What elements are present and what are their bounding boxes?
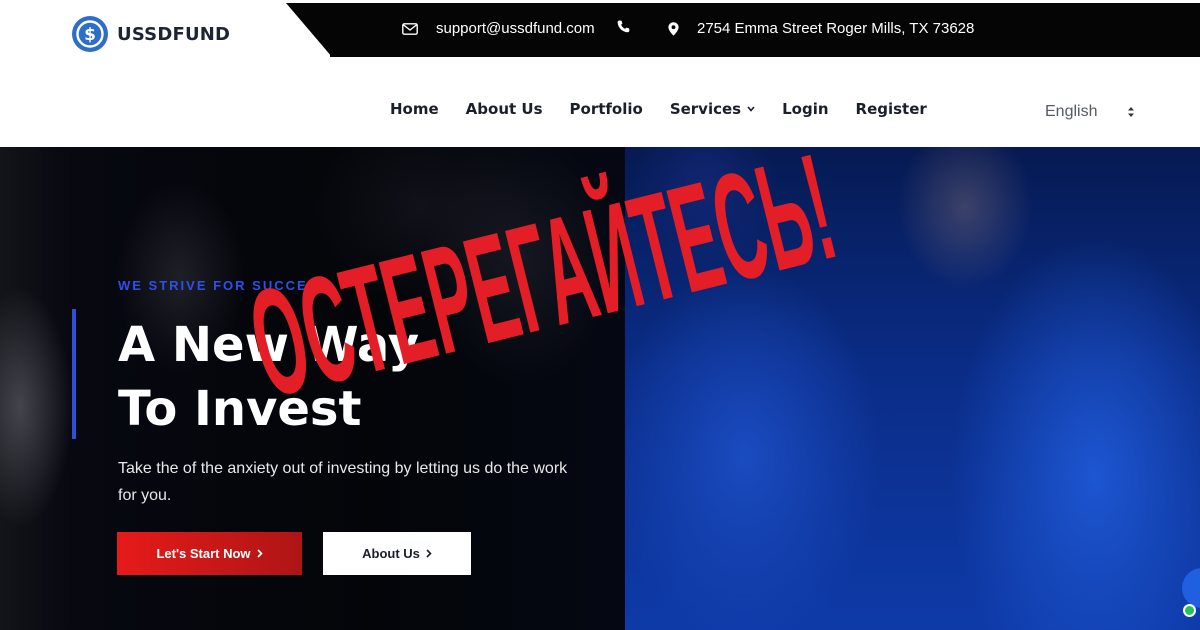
- topbar-divider: [286, 3, 332, 57]
- contact-phone[interactable]: [617, 20, 648, 33]
- nav-item-label: Register: [855, 100, 927, 118]
- button-label: About Us: [362, 546, 420, 561]
- headline-line-1: A New Way: [118, 317, 420, 373]
- chevron-right-icon: [256, 549, 263, 558]
- main-navigation: Home About Us Portfolio Services Login R…: [0, 58, 1200, 147]
- language-select[interactable]: English: [1045, 103, 1135, 121]
- chevron-down-icon: [747, 106, 755, 112]
- select-arrows-icon: [1127, 106, 1135, 118]
- email-text: support@ussdfund.com: [436, 20, 595, 37]
- contact-address[interactable]: 2754 Emma Street Roger Mills, TX 73628: [668, 20, 974, 37]
- nav-item-label: Login: [782, 100, 829, 118]
- nav-item-register[interactable]: Register: [856, 100, 927, 118]
- brand-logo[interactable]: $ USSDFUND: [72, 16, 230, 52]
- contact-email[interactable]: support@ussdfund.com: [402, 20, 595, 37]
- nav-item-label: About Us: [465, 100, 543, 118]
- hero-tagline: WE STRIVE FOR SUCCESS: [118, 278, 330, 293]
- nav-menu: Home About Us Portfolio Services Login R…: [390, 100, 954, 118]
- headline-line-2: To Invest: [118, 381, 362, 437]
- online-status-dot: [1183, 604, 1196, 617]
- nav-item-about-us[interactable]: About Us: [466, 100, 543, 118]
- button-label: Let's Start Now: [156, 546, 251, 561]
- hero-section: WE STRIVE FOR SUCCESS A New Way To Inves…: [0, 147, 1200, 630]
- svg-text:$: $: [84, 25, 96, 45]
- phone-icon: [617, 20, 630, 33]
- lets-start-now-button[interactable]: Let's Start Now: [117, 532, 302, 575]
- address-text: 2754 Emma Street Roger Mills, TX 73628: [697, 20, 975, 37]
- nav-item-services[interactable]: Services: [670, 100, 755, 118]
- nav-item-login[interactable]: Login: [782, 100, 828, 118]
- nav-item-label: Home: [390, 100, 439, 118]
- envelope-icon: [402, 22, 418, 35]
- map-pin-icon: [668, 21, 679, 36]
- headline-accent-bar: [72, 309, 76, 439]
- about-us-button[interactable]: About Us: [323, 532, 471, 575]
- chevron-right-icon: [426, 549, 432, 558]
- hero-subtext: Take the of the anxiety out of investing…: [118, 460, 568, 504]
- language-value: English: [1045, 103, 1098, 120]
- dollar-coin-icon: $: [72, 16, 108, 52]
- nav-item-label: Services: [669, 100, 742, 118]
- brand-name: USSDFUND: [117, 23, 231, 45]
- hero-background-photo: [625, 147, 1200, 630]
- nav-item-home[interactable]: Home: [390, 100, 439, 118]
- nav-item-label: Portfolio: [569, 100, 643, 118]
- hero-headline: A New Way To Invest: [118, 313, 598, 441]
- nav-item-portfolio[interactable]: Portfolio: [570, 100, 643, 118]
- top-bar: $ USSDFUND support@ussdfund.com 2754 Emm…: [0, 0, 1200, 58]
